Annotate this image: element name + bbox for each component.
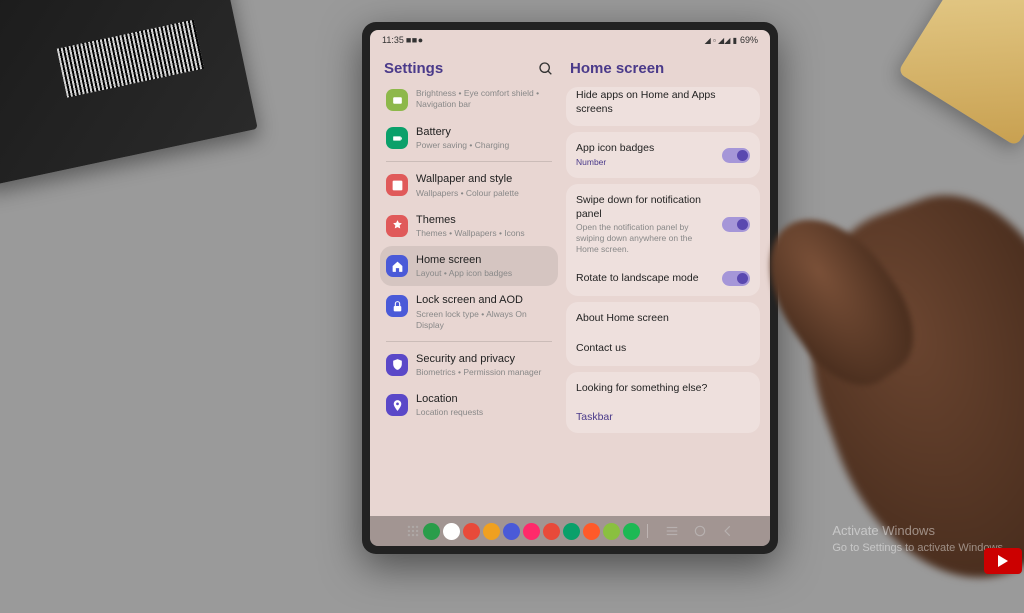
back-button[interactable] [721,524,735,538]
taskbar-app-icon[interactable] [503,523,520,540]
barcode [57,20,204,98]
youtube-badge [984,548,1022,574]
taskbar-app-icon[interactable] [583,523,600,540]
detail-item[interactable]: Looking for something else? [566,374,760,404]
toggle-switch[interactable] [722,271,750,286]
detail-pane: Home screen Hide apps on Home and Apps s… [562,50,770,516]
status-time: 11:35 [382,35,404,45]
detail-label: Swipe down for notification panel [576,194,714,221]
taskbar-app-icon[interactable] [543,523,560,540]
detail-label: Rotate to landscape mode [576,272,714,286]
taskbar-app-icon[interactable] [423,523,440,540]
item-label: Home screen [416,253,552,267]
product-box: Galaxy Z Fold6 [0,0,258,187]
taskbar-app-icon[interactable] [483,523,500,540]
detail-label: Hide apps on Home and Apps screens [576,89,750,116]
item-sub: Wallpapers • Colour palette [416,188,552,199]
detail-label: App icon badges [576,142,714,156]
detail-card: About Home screen Contact us [566,302,760,365]
settings-item-display[interactable]: Brightness • Eye comfort shield • Naviga… [380,87,558,118]
battery-icon [386,127,408,149]
toggle-switch[interactable] [722,217,750,232]
detail-card: Swipe down for notification panelOpen th… [566,184,760,296]
detail-item[interactable]: About Home screen [566,304,760,334]
item-label: Location [416,392,552,406]
home-button[interactable] [693,524,707,538]
item-sub: Biometrics • Permission manager [416,367,552,378]
taskbar-app-icon[interactable] [603,523,620,540]
detail-label: Looking for something else? [576,382,750,396]
settings-item-home-screen[interactable]: Home screenLayout • App icon badges [380,246,558,286]
settings-item-lock-screen-and-aod[interactable]: Lock screen and AOD Screen lock type • Al… [380,286,558,337]
detail-sub: Number [576,157,714,168]
watermark-sub: Go to Settings to activate Windows. [832,541,1006,556]
detail-label: Contact us [576,342,750,356]
taskbar-app-icon[interactable] [523,523,540,540]
detail-label: About Home screen [576,312,750,326]
wallpaper-icon [386,174,408,196]
detail-item[interactable]: Rotate to landscape mode [566,263,760,294]
item-sub: Layout • App icon badges [416,268,552,279]
watermark-title: Activate Windows [832,522,1006,540]
item-label: Themes [416,213,552,227]
taskbar-app-icon[interactable] [463,523,480,540]
settings-item-battery[interactable]: BatteryPower saving • Charging [380,118,558,158]
lock-icon [386,295,408,317]
item-label: Security and privacy [416,352,552,366]
settings-title: Settings [384,60,443,77]
taskbar-app-icon[interactable] [563,523,580,540]
item-label: Battery [416,125,552,139]
status-signal-icons: ◢ ▫ ◢◢ ▮ [705,36,737,45]
settings-item-themes[interactable]: ThemesThemes • Wallpapers • Icons [380,206,558,246]
wooden-stand [898,0,1024,146]
item-sub: Power saving • Charging [416,140,552,151]
windows-watermark: Activate Windows Go to Settings to activ… [832,522,1006,556]
home-icon [386,255,408,277]
item-sub: Screen lock type • Always On Display [416,309,552,331]
settings-list[interactable]: Brightness • Eye comfort shield • Naviga… [380,87,558,516]
detail-card: Hide apps on Home and Apps screens [566,87,760,126]
settings-item-location[interactable]: LocationLocation requests [380,385,558,425]
item-sub: Brightness • Eye comfort shield • Naviga… [416,88,552,110]
detail-item[interactable]: App icon badgesNumber [566,134,760,176]
item-label: Wallpaper and style [416,172,552,186]
detail-card: App icon badgesNumber [566,132,760,178]
taskbar-app-icon[interactable] [623,523,640,540]
themes-icon [386,215,408,237]
location-icon [386,394,408,416]
toggle-switch[interactable] [722,148,750,163]
display-icon [386,89,408,111]
security-icon [386,354,408,376]
taskbar[interactable] [370,516,770,546]
status-bar: 11:35 ■ ■ ● ◢ ▫ ◢◢ ▮ 69% [370,30,770,50]
detail-item[interactable]: Swipe down for notification panelOpen th… [566,186,760,263]
settings-pane: Settings Brightness • Eye comfort shield… [370,50,562,516]
divider [386,341,552,342]
tablet-device: 11:35 ■ ■ ● ◢ ▫ ◢◢ ▮ 69% Settings Bright… [362,22,778,554]
divider [386,161,552,162]
detail-title: Home screen [570,60,664,77]
detail-list[interactable]: Hide apps on Home and Apps screens App ic… [566,87,760,516]
search-icon[interactable] [538,61,554,77]
item-label: Lock screen and AOD [416,293,552,307]
recents-button[interactable] [665,524,679,538]
detail-sub: Open the notification panel by swiping d… [576,222,714,255]
taskbar-app-icon[interactable] [443,523,460,540]
screen: 11:35 ■ ■ ● ◢ ▫ ◢◢ ▮ 69% Settings Bright… [370,30,770,546]
item-sub: Location requests [416,407,552,418]
detail-item[interactable]: Taskbar [566,403,760,431]
apps-grid-icon[interactable] [406,524,420,538]
detail-item[interactable]: Contact us [566,334,760,364]
detail-item[interactable]: Hide apps on Home and Apps screens [566,89,760,124]
status-battery: 69% [740,35,758,45]
item-sub: Themes • Wallpapers • Icons [416,228,552,239]
detail-link[interactable]: Taskbar [576,411,750,423]
status-notif-icons: ■ ■ ● [406,35,422,45]
detail-card: Looking for something else? Taskbar [566,372,760,434]
settings-item-wallpaper-and-style[interactable]: Wallpaper and style Wallpapers • Colour p… [380,165,558,205]
settings-item-security-and-privacy[interactable]: Security and privacyBiometrics • Permiss… [380,345,558,385]
